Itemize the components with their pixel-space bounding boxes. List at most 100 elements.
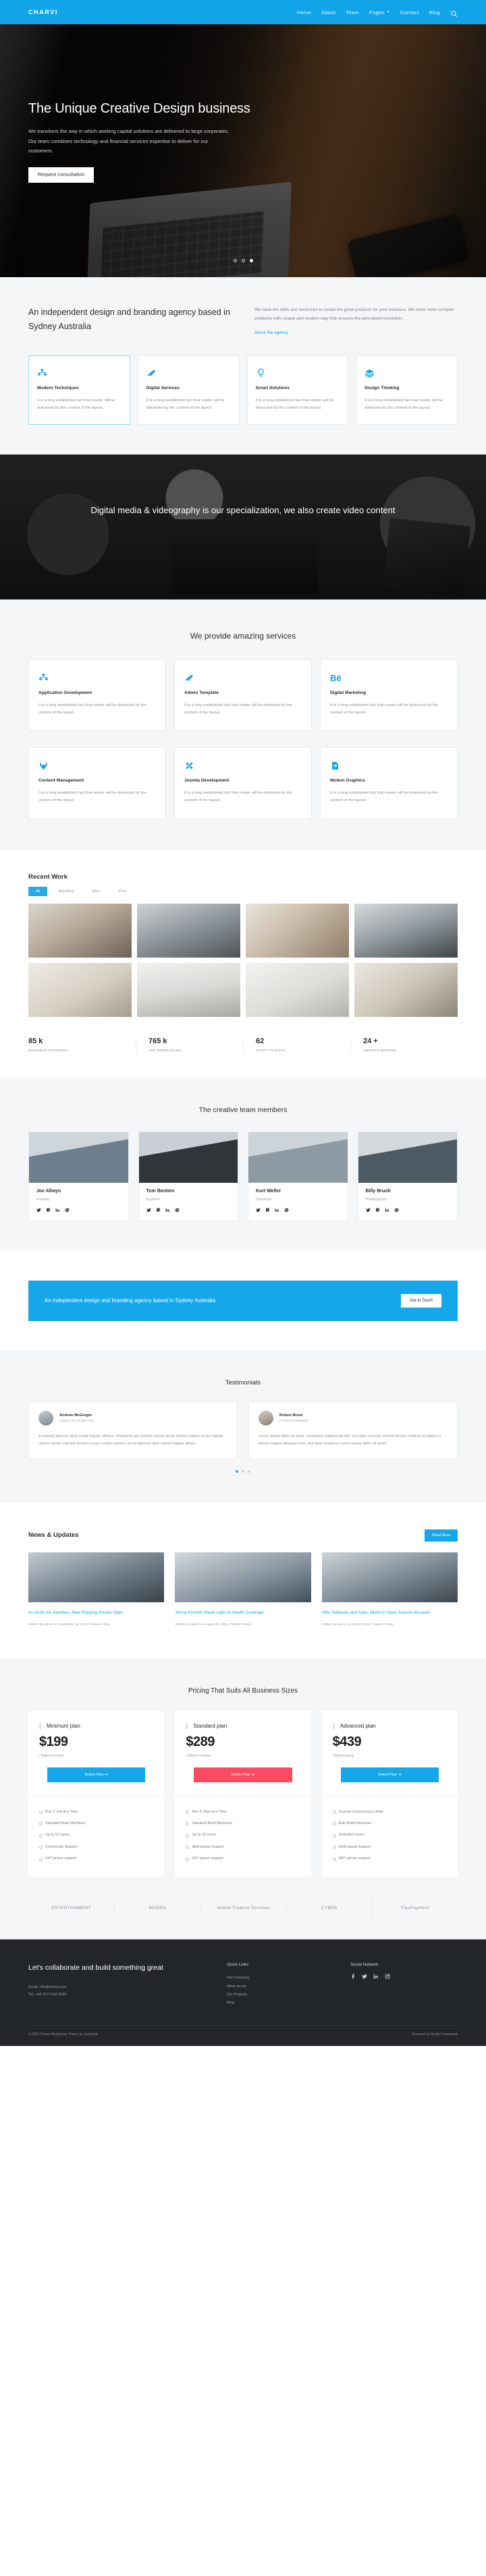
service-card-digital-marketing[interactable]: Bē Digital Marketing It is a long establ… <box>320 660 458 732</box>
filter-branding[interactable]: Branding <box>51 887 81 896</box>
linkedin-icon[interactable] <box>373 1974 379 1979</box>
dribbble-icon[interactable] <box>175 1208 180 1212</box>
feature-card-design-thinking[interactable]: Design Thinking It is a long established… <box>356 355 458 426</box>
nav-item-pages[interactable]: Pages ▼ <box>369 9 390 16</box>
nav-label: Home <box>296 9 312 16</box>
feature-card-digital-services[interactable]: Digital Services It is a long establishe… <box>137 355 240 426</box>
service-card-application-development[interactable]: Application Development It is a long est… <box>28 660 166 732</box>
footer-link-our-company[interactable]: Our Company <box>227 1974 334 1982</box>
plan-feature: 24/7 phone support <box>186 1853 300 1865</box>
news-card[interactable]: As Arctic Ice Vanishes, New Shipping Rou… <box>28 1552 165 1628</box>
service-desc: It is a long established fact that reade… <box>38 703 146 715</box>
plan-feature: 24/7 phone support <box>332 1853 447 1865</box>
cta-spacer-bottom <box>0 1321 486 1351</box>
angular-icon <box>184 670 302 685</box>
read-more-button[interactable]: Read More <box>425 1529 458 1542</box>
stats-row: 85 k BUSINESS PARTNERS 765 k APP DOWNLOA… <box>28 1017 458 1077</box>
portfolio-item[interactable] <box>28 903 132 958</box>
select-plan-button[interactable]: Select Plan ➜ <box>47 1767 146 1783</box>
twitter-icon[interactable] <box>362 1974 367 1979</box>
linkedin-icon[interactable] <box>275 1208 279 1212</box>
select-plan-button[interactable]: Select Plan ➜ <box>194 1767 292 1783</box>
twitter-icon[interactable] <box>146 1208 151 1212</box>
slider-dot-1[interactable] <box>233 259 237 262</box>
twitch-icon[interactable] <box>265 1208 270 1212</box>
filter-misc[interactable]: Misc <box>85 887 108 896</box>
footer-link-blog[interactable]: Blog <box>227 1999 334 2007</box>
member-socials <box>36 1208 121 1212</box>
footer-link-our-projects[interactable]: Our Projects <box>227 1991 334 1999</box>
nav-item-team[interactable]: Team <box>346 9 359 16</box>
about-the-agency-link[interactable]: About the agency <box>254 330 288 335</box>
team-member-kurt-weller[interactable]: Kurt Weller Developer <box>248 1131 348 1221</box>
filter-all[interactable]: All <box>28 886 48 896</box>
news-thumbnail <box>321 1552 458 1602</box>
facebook-icon[interactable] <box>350 1974 356 1979</box>
linkedin-icon[interactable] <box>165 1208 170 1212</box>
plan-feature: Web-based Support <box>186 1841 300 1852</box>
portfolio-item[interactable] <box>137 903 240 958</box>
twitter-icon[interactable] <box>365 1208 371 1212</box>
nav-item-home[interactable]: Home <box>297 9 311 16</box>
nav-item-blog[interactable]: Blog <box>429 9 440 16</box>
service-card-motion-graphics[interactable]: Motion Graphics It is a long established… <box>320 747 458 819</box>
feature-card-smart-solutions[interactable]: Smart Solutions It is a long established… <box>246 355 349 426</box>
cubes-icon <box>37 365 122 380</box>
stat-number: 62 <box>256 1036 265 1045</box>
twitch-icon[interactable] <box>46 1208 51 1212</box>
plan-card-advanced: Advanced plan $439 / Billed yearly Selec… <box>321 1711 458 1877</box>
twitter-icon[interactable] <box>256 1208 261 1212</box>
news-thumbnail <box>175 1552 311 1602</box>
twitter-icon[interactable] <box>36 1208 41 1212</box>
nav-item-about[interactable]: About <box>321 9 335 16</box>
portfolio-item[interactable] <box>354 962 458 1017</box>
team-member-billy-brunh[interactable]: Billy Brunh Photographer <box>357 1131 458 1221</box>
slider-dot-2[interactable] <box>241 259 245 262</box>
dribbble-icon[interactable] <box>284 1208 289 1212</box>
portfolio-item[interactable] <box>354 903 458 958</box>
linkedin-icon[interactable] <box>385 1208 389 1212</box>
intro-heading: An independent design and branding agenc… <box>28 308 230 332</box>
slider-dot-3[interactable] <box>249 259 253 262</box>
hero-slider-dots <box>0 259 486 262</box>
request-consultation-button[interactable]: Request consultation <box>28 167 94 183</box>
news-card-title[interactable]: After Setbacks and Suits, Miami to Open … <box>322 1609 458 1616</box>
dribbble-icon[interactable] <box>394 1208 399 1212</box>
service-card-content-management[interactable]: Content Management It is a long establis… <box>28 747 166 819</box>
news-card[interactable]: After Setbacks and Suits, Miami to Open … <box>321 1552 458 1628</box>
brand-logo[interactable]: CHARVI <box>28 9 58 16</box>
nav-item-contact[interactable]: Contact <box>400 9 419 16</box>
service-card-admin-template[interactable]: Admin Template It is a long established … <box>174 660 312 732</box>
news-card-title[interactable]: As Arctic Ice Vanishes, New Shipping Rou… <box>28 1609 164 1616</box>
testimonial-dot-1[interactable] <box>236 1469 238 1473</box>
client-logo-entertainment: ENTERTAINMENT <box>51 1905 91 1910</box>
portfolio-item[interactable] <box>246 962 349 1017</box>
layers-icon <box>364 365 449 380</box>
get-in-touch-button[interactable]: Get In Touch <box>401 1293 441 1308</box>
client-logos: ENTERTAINMENT MODEN Mobile Finance Servi… <box>28 1877 458 1939</box>
testimonial-dot-3[interactable] <box>248 1469 250 1473</box>
linkedin-icon[interactable] <box>55 1208 60 1212</box>
dribbble-icon[interactable] <box>65 1208 70 1212</box>
footer-quick-links: Quick Links Our Company What we do Our P… <box>227 1962 334 2008</box>
portfolio-item[interactable] <box>246 903 349 958</box>
news-card-title[interactable]: Jimmy Kimmel Sheds Light on Health Cover… <box>175 1609 310 1616</box>
filter-print[interactable]: Print <box>111 887 134 896</box>
portfolio-item[interactable] <box>28 962 132 1017</box>
service-card-joomla-development[interactable]: Joomla Development It is a long establis… <box>174 747 312 819</box>
instagram-icon[interactable] <box>385 1974 390 1979</box>
portfolio-item[interactable] <box>137 962 240 1017</box>
stat-label: AWARDS WINNING <box>363 1049 397 1053</box>
testimonial-dot-2[interactable] <box>242 1469 244 1473</box>
news-card[interactable]: Jimmy Kimmel Sheds Light on Health Cover… <box>175 1552 311 1628</box>
team-member-joe-allwyn[interactable]: Joe Allwyn Founder <box>28 1131 129 1221</box>
search-icon[interactable] <box>450 9 458 17</box>
team-member-tom-bentien[interactable]: Tom Bentien Engineer <box>138 1131 238 1221</box>
twitch-icon[interactable] <box>156 1208 161 1212</box>
twitch-icon[interactable] <box>375 1208 380 1212</box>
select-plan-button[interactable]: Select Plan ➜ <box>340 1767 439 1783</box>
footer-column-title: Social Network <box>350 1962 379 1968</box>
footer-link-what-we-do[interactable]: What we do <box>227 1983 334 1991</box>
service-title: Admin Template <box>184 691 219 696</box>
feature-card-modern-techniques[interactable]: Modern Techniques It is a long establish… <box>28 355 130 426</box>
